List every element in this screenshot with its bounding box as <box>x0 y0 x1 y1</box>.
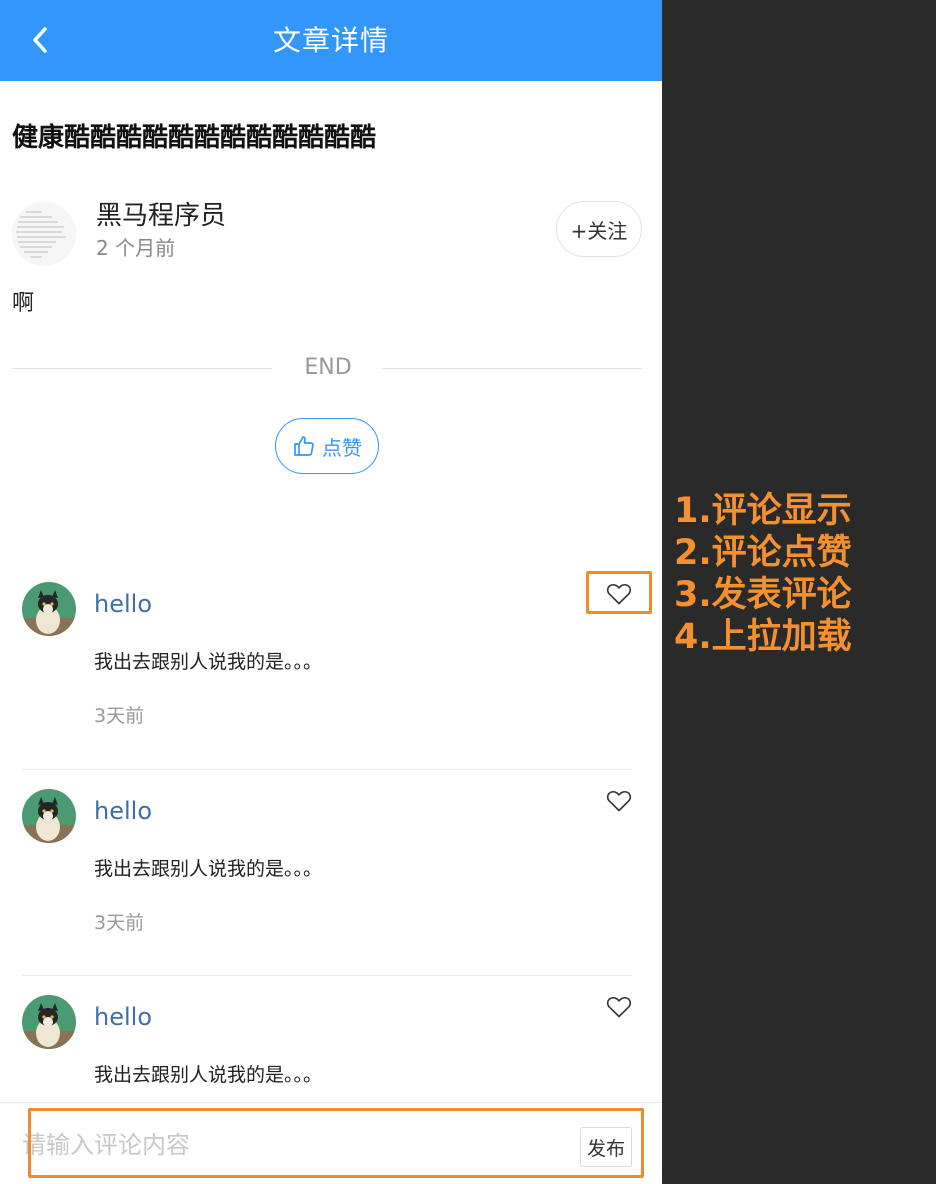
page-title: 文章详情 <box>272 24 389 57</box>
comment-avatar[interactable] <box>22 995 76 1049</box>
mobile-screen: 文章详情 健康酷酷酷酷酷酷酷酷酷酷酷酷 黑马程序员 2 个月前 +关注 啊 EN… <box>0 0 662 1184</box>
annotation-item: 1.评论显示 <box>674 491 852 531</box>
comment-username[interactable]: hello <box>94 1001 152 1033</box>
nav-bar: 文章详情 <box>0 0 662 81</box>
author-avatar[interactable] <box>12 202 76 266</box>
article-title: 健康酷酷酷酷酷酷酷酷酷酷酷酷 <box>12 123 377 153</box>
comment-avatar[interactable] <box>22 582 76 636</box>
end-divider-right <box>382 368 642 369</box>
comment-text: 我出去跟别人说我的是。。。 <box>94 858 323 880</box>
comment-like-button[interactable] <box>606 582 634 608</box>
annotation-item: 3.发表评论 <box>674 575 852 615</box>
comment-bar: 发布 <box>0 1102 662 1184</box>
heart-icon <box>606 583 632 605</box>
comment-text: 我出去跟别人说我的是。。。 <box>94 1064 323 1086</box>
author-name: 黑马程序员 <box>96 201 227 231</box>
comment-input[interactable] <box>22 1123 562 1167</box>
like-article-label: 点赞 <box>322 435 362 460</box>
thumbs-up-icon <box>294 436 314 456</box>
avatar-image <box>22 582 76 636</box>
comment-text: 我出去跟别人说我的是。。。 <box>94 651 323 673</box>
comment-username[interactable]: hello <box>94 795 152 827</box>
comment-avatar[interactable] <box>22 789 76 843</box>
comment-item: hello 我出去跟别人说我的是。。。 <box>22 995 632 1095</box>
heart-icon <box>606 790 632 812</box>
comment-item: hello 我出去跟别人说我的是。。。 3天前 <box>22 582 634 770</box>
avatar-image <box>12 202 76 266</box>
annotation-list: 1.评论显示 2.评论点赞 3.发表评论 4.上拉加载 <box>674 490 934 658</box>
avatar-image <box>22 789 76 843</box>
comment-username[interactable]: hello <box>94 588 152 620</box>
annotation-item: 4.上拉加载 <box>674 617 852 657</box>
follow-button[interactable]: +关注 <box>556 201 642 257</box>
comment-divider <box>22 975 632 976</box>
avatar-image <box>22 995 76 1049</box>
comment-like-button[interactable] <box>606 789 634 815</box>
heart-icon <box>606 996 632 1018</box>
comment-like-button[interactable] <box>606 995 634 1021</box>
comment-item: hello 我出去跟别人说我的是。。。 3天前 <box>22 789 634 976</box>
comment-time: 3天前 <box>94 705 145 727</box>
comment-divider <box>22 769 632 770</box>
annotation-item: 2.评论点赞 <box>674 533 852 573</box>
like-article-button[interactable]: 点赞 <box>275 418 379 474</box>
article-content: 啊 <box>12 291 35 316</box>
author-time: 2 个月前 <box>96 236 176 260</box>
publish-button[interactable]: 发布 <box>580 1127 632 1167</box>
comment-time: 3天前 <box>94 912 145 934</box>
